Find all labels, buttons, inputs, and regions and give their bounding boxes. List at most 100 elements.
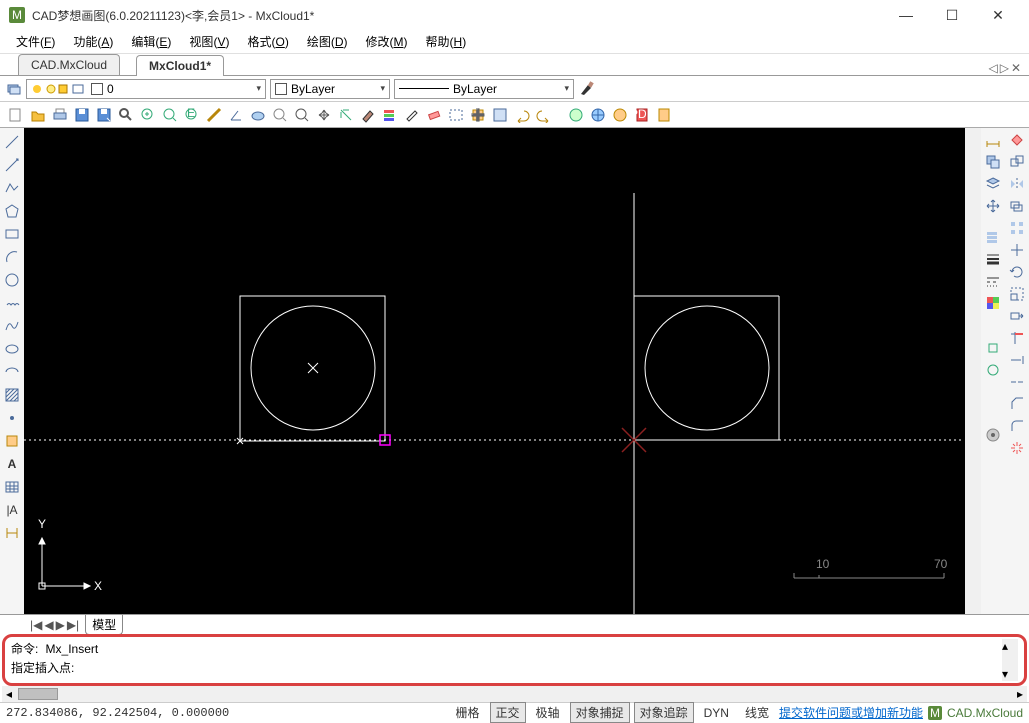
osnap-toggle[interactable]: 对象捕捉 — [570, 702, 630, 723]
tab-nav-left[interactable]: ◁ — [988, 61, 997, 75]
drawing-canvas[interactable]: X Y 10 70 — [24, 128, 965, 614]
plugin-icon[interactable] — [985, 427, 1001, 446]
output-icon[interactable] — [490, 105, 510, 125]
revcloud-icon[interactable] — [2, 293, 22, 313]
angle-icon[interactable] — [226, 105, 246, 125]
layout-next[interactable]: ▶ — [56, 618, 65, 632]
save-icon[interactable] — [72, 105, 92, 125]
zoom-win-icon[interactable] — [138, 105, 158, 125]
tab-close[interactable]: ✕ — [1011, 61, 1021, 75]
offset-icon[interactable] — [1009, 198, 1025, 217]
scale-icon[interactable] — [1009, 286, 1025, 305]
osnap2-icon[interactable] — [985, 362, 1001, 381]
pdf-icon[interactable]: PDF — [632, 105, 652, 125]
ltype-icon[interactable] — [985, 273, 1001, 292]
layout-last[interactable]: ▶| — [67, 618, 79, 632]
erase-icon[interactable] — [1009, 132, 1025, 151]
tab-nav-right[interactable]: ▷ — [1000, 61, 1009, 75]
find-icon[interactable] — [116, 105, 136, 125]
menu-help[interactable]: 帮助(H) — [418, 31, 475, 52]
menu-file[interactable]: 文件(F) — [8, 31, 63, 52]
tab-cad-mxcloud[interactable]: CAD.MxCloud — [18, 54, 120, 75]
query-icon[interactable] — [270, 105, 290, 125]
circle-icon[interactable] — [2, 270, 22, 290]
new-icon[interactable] — [6, 105, 26, 125]
maximize-button[interactable]: ☐ — [929, 0, 975, 30]
chamfer-icon[interactable] — [1009, 396, 1025, 415]
regen-icon[interactable] — [336, 105, 356, 125]
mtext-icon[interactable]: |A — [2, 500, 22, 520]
pan-icon[interactable] — [314, 105, 334, 125]
paint-icon[interactable] — [358, 105, 378, 125]
layout-prev[interactable]: ◀ — [44, 618, 53, 632]
ellipse-icon[interactable] — [2, 339, 22, 359]
xline-icon[interactable] — [2, 155, 22, 175]
array-icon[interactable] — [1009, 220, 1025, 239]
break-icon[interactable] — [1009, 374, 1025, 393]
osnap-icon[interactable] — [985, 340, 1001, 359]
cloud-icon[interactable] — [248, 105, 268, 125]
otrack-toggle[interactable]: 对象追踪 — [634, 702, 694, 723]
trim-icon[interactable] — [1009, 330, 1025, 349]
explode-icon[interactable] — [1009, 440, 1025, 459]
block-icon[interactable] — [2, 431, 22, 451]
render-icon[interactable] — [566, 105, 586, 125]
feedback-link[interactable]: 提交软件问题或增加新功能 — [779, 704, 923, 721]
linetype-select[interactable]: ByLayer ▾ — [394, 79, 574, 99]
menu-modify[interactable]: 修改(M) — [358, 31, 416, 52]
open-icon[interactable] — [28, 105, 48, 125]
rotate-icon[interactable] — [1009, 264, 1025, 283]
match-brush-icon[interactable] — [578, 80, 596, 98]
ortho-toggle[interactable]: 正交 — [490, 702, 526, 723]
menu-function[interactable]: 功能(A) — [65, 31, 121, 52]
polar-toggle[interactable]: 极轴 — [530, 702, 566, 723]
zoom-all-icon[interactable] — [160, 105, 180, 125]
ellipse-arc-icon[interactable] — [2, 362, 22, 382]
cmd-scrollbar[interactable]: ▴▾ — [1002, 639, 1018, 681]
lwt-icon[interactable] — [985, 251, 1001, 270]
horizontal-scrollbar[interactable]: ◂▸ — [2, 686, 1027, 702]
model-tab[interactable]: 模型 — [85, 615, 123, 635]
redo-icon[interactable] — [534, 105, 554, 125]
insert-icon[interactable]: ➕ — [468, 105, 488, 125]
dim-linear-icon[interactable] — [985, 132, 1001, 151]
layout-first[interactable]: |◀ — [30, 618, 42, 632]
tab-mxcloud1[interactable]: MxCloud1* — [136, 55, 224, 76]
menu-view[interactable]: 视图(V) — [181, 31, 237, 52]
arc-icon[interactable] — [2, 247, 22, 267]
mirror-icon[interactable] — [1009, 176, 1025, 195]
table-icon[interactable] — [2, 477, 22, 497]
text-icon[interactable]: A — [2, 454, 22, 474]
world-icon[interactable] — [588, 105, 608, 125]
menu-draw[interactable]: 绘图(D) — [299, 31, 356, 52]
hatch-icon[interactable] — [2, 385, 22, 405]
line-icon[interactable] — [2, 132, 22, 152]
undo-icon[interactable] — [512, 105, 532, 125]
copy2-icon[interactable] — [1009, 154, 1025, 173]
close-button[interactable]: ✕ — [975, 0, 1021, 30]
move2-icon[interactable] — [985, 198, 1001, 217]
layer-select[interactable]: 0 ▾ — [26, 79, 266, 99]
zoom-icon[interactable] — [292, 105, 312, 125]
measure-icon[interactable] — [204, 105, 224, 125]
copy-icon[interactable] — [985, 154, 1001, 173]
zoom-ext-icon[interactable]: E — [182, 105, 202, 125]
dim-icon[interactable] — [2, 523, 22, 543]
erase-icon[interactable] — [424, 105, 444, 125]
color2-icon[interactable] — [985, 295, 1001, 314]
polygon-icon[interactable] — [2, 201, 22, 221]
layers2-icon[interactable] — [985, 176, 1001, 195]
print-icon[interactable] — [50, 105, 70, 125]
grid-toggle[interactable]: 栅格 — [450, 702, 486, 723]
layer-manager-icon[interactable] — [6, 81, 22, 97]
stretch-icon[interactable] — [1009, 308, 1025, 327]
dyn-toggle[interactable]: DYN — [698, 704, 735, 722]
menu-edit[interactable]: 编辑(E) — [123, 31, 179, 52]
color-select[interactable]: ByLayer ▾ — [270, 79, 390, 99]
lwt-toggle[interactable]: 线宽 — [739, 702, 775, 723]
layers-icon[interactable] — [380, 105, 400, 125]
selprev-icon[interactable] — [446, 105, 466, 125]
extend-icon[interactable] — [1009, 352, 1025, 371]
help2-icon[interactable] — [654, 105, 674, 125]
command-window[interactable]: 命令: Mx_Insert 指定插入点: ▴▾ — [2, 634, 1027, 686]
